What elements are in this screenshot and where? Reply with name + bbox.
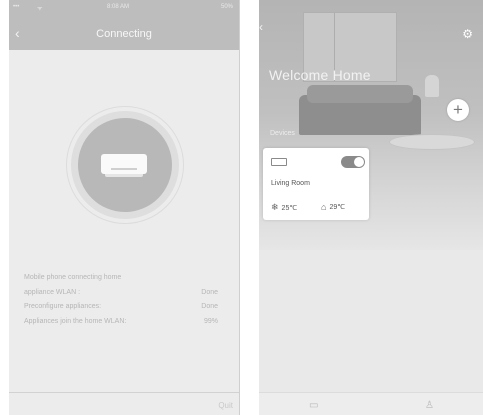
home-icon: ⌂	[321, 202, 327, 212]
add-device-button[interactable]: +	[447, 99, 469, 121]
progress-status: Done	[201, 303, 218, 310]
wifi-icon: ᯤ	[37, 6, 43, 12]
profile-tab-icon[interactable]: ♙	[425, 400, 434, 411]
footer-divider	[9, 392, 239, 393]
devices-tab-icon[interactable]: ▭	[309, 400, 318, 411]
device-card[interactable]: Living Room ❄ 25℃ ⌂ 29℃	[263, 148, 369, 220]
progress-label: Appliances join the home WLAN:	[24, 317, 127, 325]
gear-icon[interactable]: ⚙	[462, 28, 473, 40]
status-time: 8:08 AM	[107, 4, 130, 10]
back-icon[interactable]: ‹	[259, 20, 263, 34]
devices-label: Devices	[270, 130, 295, 137]
ac-vent	[111, 168, 137, 170]
indoor-temperature-value: 29℃	[329, 204, 346, 211]
quit-button[interactable]: Quit	[218, 401, 233, 410]
progress-label: Preconfigure appliances:	[24, 303, 102, 310]
background-lamp	[425, 75, 439, 97]
progress-row: Mobile phone connecting home	[24, 271, 224, 286]
progress-row: Preconfigure appliances: Done	[24, 300, 224, 315]
set-temperature: ❄ 25℃	[271, 202, 297, 213]
tab-bar: ▭ ♙	[259, 392, 483, 415]
power-toggle[interactable]	[341, 156, 365, 168]
connection-progress-list: Mobile phone connecting home appliance W…	[24, 271, 224, 329]
progress-row: appliance WLAN : Done	[24, 286, 224, 301]
signal-icon: •••	[13, 4, 20, 10]
home-screen: ‹ ⚙ Welcome Home + Devices Living Room ❄…	[259, 0, 483, 415]
connecting-screen: ••• ᯤ 8:08 AM 50% ‹ Connecting Mobile ph…	[9, 0, 240, 415]
set-temperature-value: 25℃	[281, 204, 298, 212]
status-bar: ••• ᯤ 8:08 AM 50%	[9, 0, 239, 14]
progress-row: Appliances join the home WLAN: 99%	[24, 315, 224, 330]
background-sofa	[299, 85, 421, 135]
page-title: Connecting	[96, 28, 152, 40]
progress-label: appliance WLAN :	[24, 288, 81, 296]
battery-level: 50%	[220, 4, 233, 10]
progress-label: Mobile phone connecting home	[24, 274, 122, 281]
snowflake-icon: ❄	[271, 202, 279, 212]
background-table	[389, 134, 475, 150]
progress-status: Done	[201, 288, 218, 296]
progress-status: 99%	[203, 317, 218, 325]
device-name: Living Room	[271, 180, 310, 187]
ac-unit-icon	[271, 158, 287, 166]
ac-base	[105, 174, 143, 177]
ac-unit-icon	[101, 154, 147, 177]
indoor-temperature: ⌂ 29℃	[321, 202, 345, 212]
welcome-title: Welcome Home	[269, 67, 371, 83]
